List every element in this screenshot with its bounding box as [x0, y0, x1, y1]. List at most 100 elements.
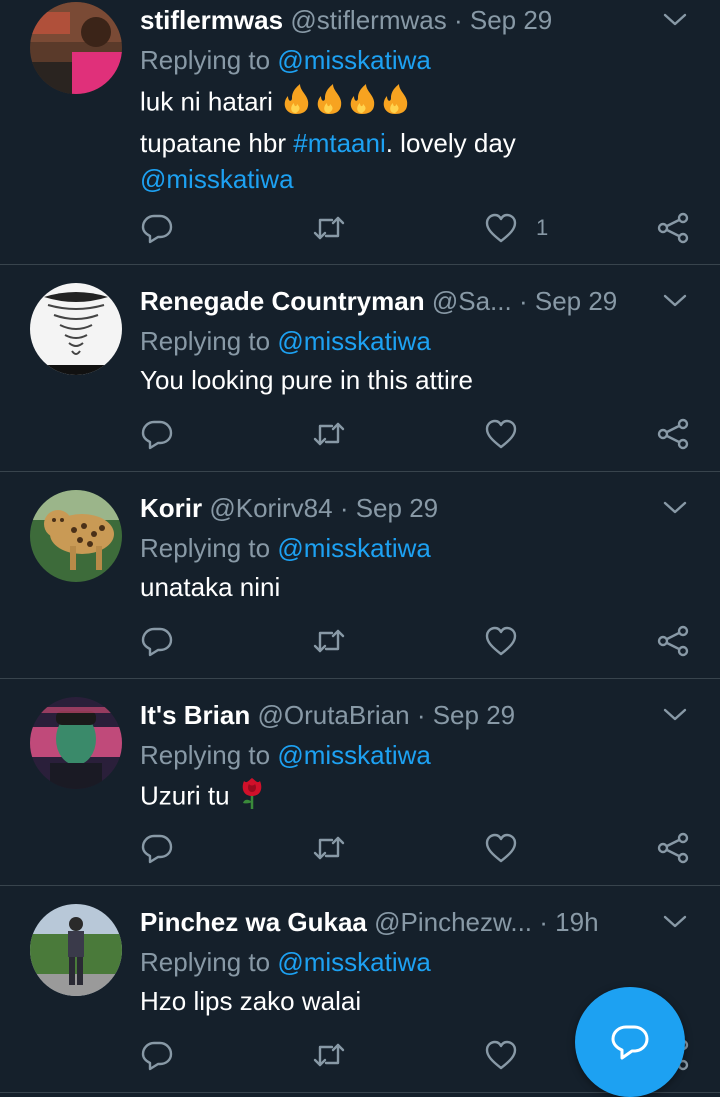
retweet-button[interactable] — [312, 210, 346, 246]
avatar-leopard-icon — [30, 490, 122, 582]
user-handle[interactable]: @Sa... — [432, 286, 512, 316]
text-line-1: luk ni hatari — [140, 86, 281, 117]
reply-button[interactable] — [140, 210, 174, 246]
share-icon — [657, 625, 689, 657]
avatar-man-neon-icon — [30, 697, 122, 789]
text-line-1: You looking pure in this attire — [140, 365, 473, 395]
replying-to: Replying to @misskatiwa — [140, 42, 431, 78]
display-name[interactable]: It's Brian — [140, 700, 250, 730]
display-name[interactable]: Pinchez wa Gukaa — [140, 907, 367, 937]
avatar-photo-man-red-shirt-icon — [30, 2, 122, 94]
tweet-actions — [140, 830, 700, 866]
display-name[interactable]: Korir — [140, 493, 202, 523]
like-button[interactable]: 1 — [484, 210, 548, 246]
display-name[interactable]: stiflermwas — [140, 5, 283, 35]
chevron-down-icon[interactable] — [662, 494, 688, 520]
replying-prefix: Replying to — [140, 740, 271, 770]
avatar[interactable] — [30, 697, 122, 789]
like-button[interactable] — [484, 416, 518, 452]
tweet-3[interactable]: Korir @Korirv84 · Sep 29 Replying to @mi… — [0, 472, 720, 679]
replying-mention[interactable]: @misskatiwa — [277, 947, 431, 977]
retweet-button[interactable] — [312, 416, 346, 452]
rose-emoji-icon — [237, 776, 267, 819]
user-handle[interactable]: @stiflermwas — [290, 5, 446, 35]
retweet-icon — [313, 836, 345, 860]
replying-to: Replying to @misskatiwa — [140, 530, 431, 566]
retweet-icon — [313, 216, 345, 240]
reply-button[interactable] — [140, 623, 174, 659]
avatar[interactable] — [30, 283, 122, 375]
compose-reply-button[interactable] — [575, 987, 685, 1097]
text-line-2-rest: . lovely day — [385, 128, 516, 158]
like-button[interactable] — [484, 1037, 518, 1073]
like-button[interactable] — [484, 623, 518, 659]
like-button[interactable] — [484, 830, 518, 866]
replying-mention[interactable]: @misskatiwa — [277, 45, 431, 75]
timestamp[interactable]: Sep 29 — [470, 5, 552, 35]
reply-button[interactable] — [140, 416, 174, 452]
user-handle[interactable]: @Korirv84 — [209, 493, 332, 523]
separator-dot: · — [339, 493, 349, 523]
tweet-header: It's Brian @OrutaBrian · Sep 29 — [140, 697, 650, 733]
heart-icon — [485, 833, 517, 863]
share-button[interactable] — [656, 210, 690, 246]
retweet-icon — [313, 1043, 345, 1067]
retweet-button[interactable] — [312, 1037, 346, 1073]
mention-link[interactable]: @misskatiwa — [140, 164, 294, 194]
replying-to: Replying to @misskatiwa — [140, 737, 431, 773]
heart-icon — [485, 213, 517, 243]
chevron-down-icon[interactable] — [662, 701, 688, 727]
display-name[interactable]: Renegade Countryman — [140, 286, 425, 316]
tweet-4[interactable]: It's Brian @OrutaBrian · Sep 29 Replying… — [0, 679, 720, 886]
share-icon — [657, 832, 689, 864]
reply-icon — [141, 1041, 173, 1071]
fire-emoji-icon — [280, 82, 410, 125]
avatar[interactable] — [30, 490, 122, 582]
timestamp[interactable]: Sep 29 — [535, 286, 617, 316]
reply-icon — [141, 420, 173, 450]
timestamp[interactable]: Sep 29 — [433, 700, 515, 730]
hashtag-link[interactable]: #mtaani — [293, 128, 386, 158]
share-button[interactable] — [656, 830, 690, 866]
retweet-button[interactable] — [312, 830, 346, 866]
retweet-icon — [313, 629, 345, 653]
replying-mention[interactable]: @misskatiwa — [277, 326, 431, 356]
user-handle[interactable]: @Pinchezw... — [374, 907, 532, 937]
share-icon — [657, 418, 689, 450]
replying-prefix: Replying to — [140, 326, 271, 356]
replying-prefix: Replying to — [140, 947, 271, 977]
text-line-1: unataka nini — [140, 572, 281, 602]
text-line-2: tupatane hbr — [140, 128, 294, 158]
replying-prefix: Replying to — [140, 533, 271, 563]
reply-timeline: stiflermwas @stiflermwas · Sep 29 Replyi… — [0, 0, 720, 1097]
reply-button[interactable] — [140, 830, 174, 866]
replying-to: Replying to @misskatiwa — [140, 944, 431, 980]
reply-button[interactable] — [140, 1037, 174, 1073]
heart-icon — [485, 419, 517, 449]
retweet-button[interactable] — [312, 623, 346, 659]
tweet-header: stiflermwas @stiflermwas · Sep 29 — [140, 2, 650, 38]
share-button[interactable] — [656, 623, 690, 659]
retweet-icon — [313, 422, 345, 446]
tweet-text: unataka nini — [140, 569, 680, 605]
timestamp[interactable]: 19h — [555, 907, 598, 937]
chevron-down-icon[interactable] — [662, 6, 688, 32]
avatar[interactable] — [30, 904, 122, 996]
chevron-down-icon[interactable] — [662, 908, 688, 934]
tweet-text: luk ni hatari tupatane hbr #mtaani. love… — [140, 82, 680, 197]
replying-mention[interactable]: @misskatiwa — [277, 740, 431, 770]
replying-mention[interactable]: @misskatiwa — [277, 533, 431, 563]
user-handle[interactable]: @OrutaBrian — [257, 700, 409, 730]
reply-icon — [141, 214, 173, 244]
tweet-2[interactable]: Renegade Countryman @Sa... · Sep 29 Repl… — [0, 265, 720, 472]
tweet-text: Uzuri tu — [140, 776, 680, 819]
tweet-header: Renegade Countryman @Sa... · Sep 29 — [140, 283, 650, 319]
avatar[interactable] — [30, 2, 122, 94]
chevron-down-icon[interactable] — [662, 287, 688, 313]
tweet-1[interactable]: stiflermwas @stiflermwas · Sep 29 Replyi… — [0, 0, 720, 265]
replying-to: Replying to @misskatiwa — [140, 323, 431, 359]
reply-icon — [141, 834, 173, 864]
timestamp[interactable]: Sep 29 — [356, 493, 438, 523]
tweet-actions — [140, 623, 700, 659]
share-button[interactable] — [656, 416, 690, 452]
